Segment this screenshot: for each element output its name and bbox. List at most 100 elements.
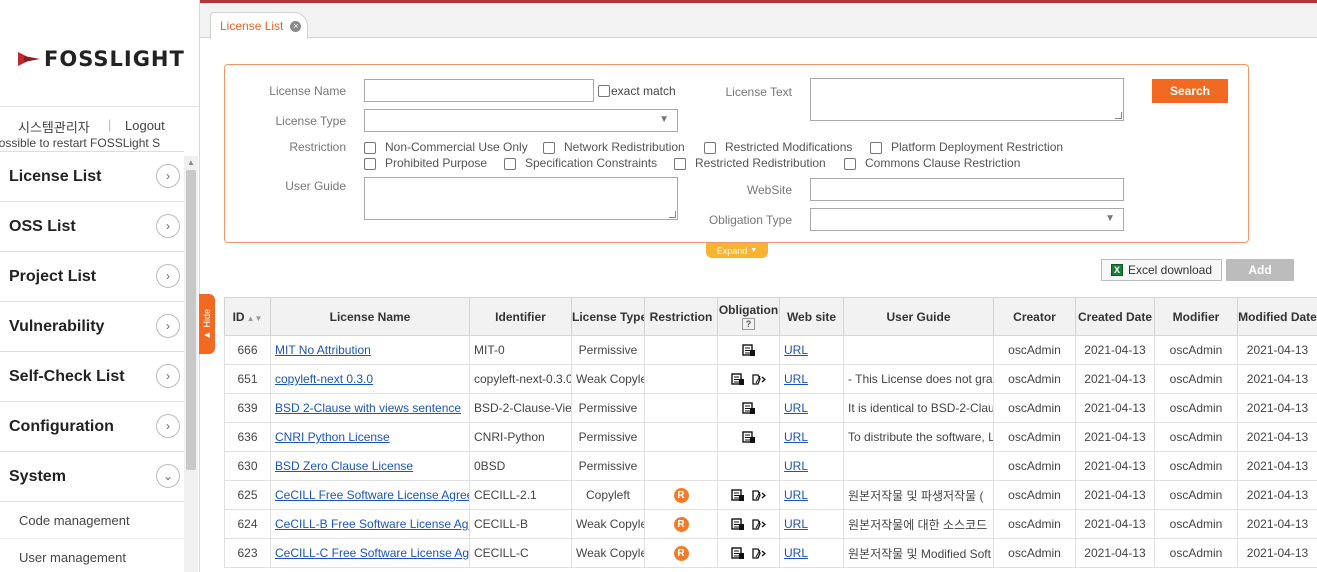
- resize-grip-icon: [1115, 112, 1122, 119]
- obligation-type-select[interactable]: ▼: [810, 208, 1124, 231]
- website-link[interactable]: URL: [784, 488, 808, 502]
- cell-identifier: CECILL-C: [469, 538, 572, 568]
- sidebar-subitem-user-management[interactable]: User management: [0, 539, 184, 572]
- scroll-up-icon[interactable]: ▲: [187, 158, 195, 167]
- cell-license-type: Copyleft: [571, 480, 645, 510]
- table-row[interactable]: 636 CNRI Python License CNRI-Python Permiss…: [224, 422, 1317, 452]
- expand-button[interactable]: Expand ▼: [706, 243, 768, 258]
- excel-download-button[interactable]: X Excel download: [1101, 259, 1222, 281]
- restriction-checkbox-network[interactable]: [543, 142, 555, 154]
- sidebar-item-configuration[interactable]: Configuration ›: [0, 402, 184, 452]
- cell-license-type: Permissive: [571, 335, 645, 365]
- sidebar-item-self-check-list[interactable]: Self-Check List ›: [0, 352, 184, 402]
- table-row[interactable]: 651 copyleft-next 0.3.0 copyleft-next-0.3.…: [224, 364, 1317, 394]
- license-name-link[interactable]: MIT No Attribution: [275, 343, 371, 357]
- notice-icon: [730, 489, 745, 502]
- sidebar-item-vulnerability[interactable]: Vulnerability ›: [0, 302, 184, 352]
- sidebar-scroll-thumb[interactable]: [186, 170, 196, 470]
- cell-restriction: R: [644, 538, 718, 568]
- chevron-down-icon: ⌄: [156, 464, 180, 488]
- column-header-creator[interactable]: Creator: [993, 297, 1076, 336]
- restriction-checkbox-non-commercial[interactable]: [364, 142, 376, 154]
- restriction-checkbox-prohibited[interactable]: [364, 158, 376, 170]
- column-header-license-name[interactable]: License Name: [270, 297, 470, 336]
- website-link[interactable]: URL: [784, 430, 808, 444]
- column-header-created-date[interactable]: Created Date: [1075, 297, 1155, 336]
- source-code-icon: [751, 547, 767, 560]
- user-guide-textarea[interactable]: [364, 177, 678, 220]
- license-name-input[interactable]: [364, 79, 594, 102]
- restriction-checkbox-redistribution[interactable]: [674, 158, 686, 170]
- cell-license-name: BSD Zero Clause License: [270, 451, 470, 481]
- column-header-restriction[interactable]: Restriction: [644, 297, 718, 336]
- cell-creator: oscAdmin: [993, 335, 1076, 365]
- sidebar-subitem-code-management[interactable]: Code management: [0, 502, 184, 539]
- cell-modifier: oscAdmin: [1154, 422, 1238, 452]
- notice-icon: [741, 344, 756, 357]
- cell-obligation: [717, 538, 780, 568]
- table-row[interactable]: 624 CeCILL-B Free Software License Agreem…: [224, 509, 1317, 539]
- restriction-label-specification: Specification Constraints: [525, 156, 658, 170]
- exact-match-checkbox[interactable]: [598, 85, 610, 97]
- website-link[interactable]: URL: [784, 343, 808, 357]
- license-name-link[interactable]: BSD 2-Clause with views sentence: [275, 401, 461, 415]
- website-link[interactable]: URL: [784, 459, 808, 473]
- table-row[interactable]: 639 BSD 2-Clause with views sentence BSD-2…: [224, 393, 1317, 423]
- license-type-select[interactable]: ▼: [364, 109, 678, 132]
- tab-license-list[interactable]: License List ×: [210, 12, 309, 39]
- cell-identifier: CNRI-Python: [469, 422, 572, 452]
- column-header-modified-date[interactable]: Modified Date: [1237, 297, 1317, 336]
- hide-sidebar-button[interactable]: Hide ◀: [199, 294, 215, 354]
- table-row[interactable]: 623 CeCILL-C Free Software License Agreem…: [224, 538, 1317, 568]
- restriction-label-commons-clause: Commons Clause Restriction: [865, 156, 1021, 170]
- cell-identifier: MIT-0: [469, 335, 572, 365]
- sidebar-item-system[interactable]: System ⌄: [0, 452, 184, 502]
- column-header-user-guide[interactable]: User Guide: [843, 297, 994, 336]
- license-name-link[interactable]: BSD Zero Clause License: [275, 459, 413, 473]
- table-row[interactable]: 625 CeCILL Free Software License Agreemen…: [224, 480, 1317, 510]
- restriction-badge[interactable]: R: [673, 488, 689, 503]
- column-header-license-type[interactable]: License Type: [571, 297, 645, 336]
- cell-modified-date: 2021-04-13: [1237, 480, 1317, 510]
- restriction-badge[interactable]: R: [673, 546, 689, 561]
- close-icon[interactable]: ×: [290, 21, 302, 32]
- restriction-checkbox-commons-clause[interactable]: [844, 158, 856, 170]
- column-header-obligation[interactable]: Obligation ?: [717, 297, 780, 336]
- sidebar-scrollbar[interactable]: ▲: [184, 156, 198, 572]
- column-header-id[interactable]: ID ▲▼: [224, 297, 271, 336]
- website-link[interactable]: URL: [784, 517, 808, 531]
- website-input[interactable]: [810, 178, 1124, 201]
- column-header-web-site[interactable]: Web site: [779, 297, 844, 336]
- license-name-link[interactable]: CeCILL-C Free Software License Agreement: [275, 546, 469, 560]
- restriction-badge[interactable]: R: [673, 517, 689, 532]
- license-name-link[interactable]: CeCILL-B Free Software License Agreement: [275, 517, 469, 531]
- restriction-checkbox-specification[interactable]: [504, 158, 516, 170]
- license-text-textarea[interactable]: [810, 78, 1124, 121]
- add-button[interactable]: Add: [1226, 259, 1294, 281]
- logout-link[interactable]: Logout: [125, 118, 165, 133]
- cell-user-guide: 원본저작물 및 Modified Soft: [843, 538, 994, 568]
- restriction-checkbox-platform[interactable]: [870, 142, 882, 154]
- license-name-link[interactable]: CeCILL Free Software License Agreement: [275, 488, 469, 502]
- search-button[interactable]: Search: [1152, 79, 1228, 103]
- column-header-identifier[interactable]: Identifier: [469, 297, 572, 336]
- sidebar-item-project-list[interactable]: Project List ›: [0, 252, 184, 302]
- cell-restriction: [644, 393, 718, 423]
- help-icon[interactable]: ?: [742, 317, 755, 330]
- license-name-link[interactable]: CNRI Python License: [275, 430, 390, 444]
- website-link[interactable]: URL: [784, 401, 808, 415]
- column-header-modifier[interactable]: Modifier: [1154, 297, 1238, 336]
- cell-identifier: BSD-2-Clause-Views: [469, 393, 572, 423]
- sidebar-item-license-list[interactable]: License List ›: [0, 152, 184, 202]
- website-link[interactable]: URL: [784, 372, 808, 386]
- website-link[interactable]: URL: [784, 546, 808, 560]
- cell-license-name: CeCILL-C Free Software License Agreement: [270, 538, 470, 568]
- license-name-link[interactable]: copyleft-next 0.3.0: [275, 372, 373, 386]
- cell-modifier: oscAdmin: [1154, 364, 1238, 394]
- restriction-checkbox-modifications[interactable]: [704, 142, 716, 154]
- table-row[interactable]: 666 MIT No Attribution MIT-0 Permissive URL o…: [224, 335, 1317, 365]
- cell-web-site: URL: [779, 538, 844, 568]
- sidebar-item-oss-list[interactable]: OSS List ›: [0, 202, 184, 252]
- table-row[interactable]: 630 BSD Zero Clause License 0BSD Permissive…: [224, 451, 1317, 481]
- logo: FOSSLIGHT: [18, 44, 185, 74]
